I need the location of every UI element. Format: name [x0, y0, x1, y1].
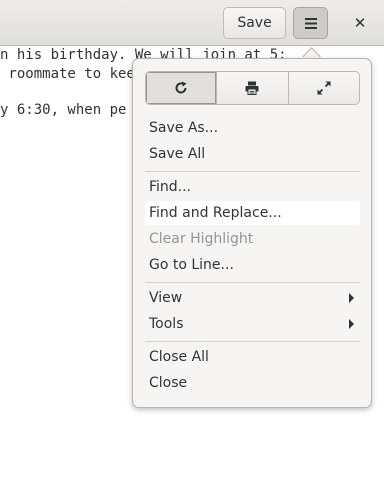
- menu-separator: [145, 341, 360, 342]
- header-bar: Save ✕: [0, 0, 384, 46]
- submenu-arrow-icon: [349, 319, 354, 329]
- document-line: y 6:30, when pe: [0, 102, 127, 118]
- reload-button[interactable]: [146, 72, 218, 104]
- menu-item-clear-highlight: Clear Highlight: [149, 231, 254, 247]
- menu-separator: [145, 171, 360, 172]
- fullscreen-icon: [317, 81, 331, 95]
- app-menu-popover: Save As... Save All Find... Find and Rep…: [132, 58, 372, 408]
- print-button[interactable]: [217, 72, 289, 104]
- reload-icon: [175, 81, 187, 94]
- menu-item-close[interactable]: Close: [145, 371, 360, 395]
- menu-item-find[interactable]: Find...: [145, 175, 360, 199]
- hamburger-menu-button[interactable]: [293, 7, 328, 39]
- menu-separator: [145, 282, 360, 283]
- menu-item-view-label: View: [149, 290, 183, 306]
- menu-item-save-as[interactable]: Save As...: [145, 116, 360, 140]
- hamburger-icon: [304, 17, 317, 29]
- menu-item-find-and-replace[interactable]: Find and Replace...: [145, 201, 360, 225]
- menu-item-go-to-line[interactable]: Go to Line...: [145, 253, 360, 277]
- print-icon: [245, 81, 259, 95]
- fullscreen-button[interactable]: [289, 72, 359, 104]
- menu-item-close-all[interactable]: Close All: [145, 345, 360, 369]
- document-line: roommate to kee: [0, 66, 135, 82]
- menu-item-view[interactable]: View: [145, 286, 360, 310]
- menu-icon-row: [145, 71, 360, 105]
- close-window-button[interactable]: ✕: [344, 7, 376, 39]
- close-icon: ✕: [353, 14, 367, 32]
- menu-item-save-all[interactable]: Save All: [145, 142, 360, 166]
- menu-item-tools[interactable]: Tools: [145, 312, 360, 336]
- save-button[interactable]: Save: [223, 7, 286, 39]
- menu-item-tools-label: Tools: [149, 316, 184, 332]
- submenu-arrow-icon: [349, 293, 354, 303]
